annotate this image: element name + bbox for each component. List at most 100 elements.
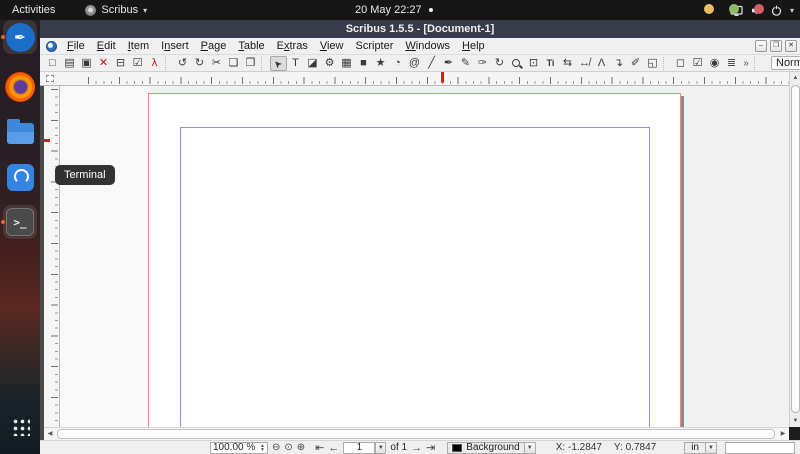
spinbox-arrows-icon[interactable]: ▲▼ xyxy=(260,444,265,452)
insert-table-tool[interactable]: ▦ xyxy=(338,56,355,71)
terminal-launcher[interactable]: >_ xyxy=(3,205,37,239)
mdi-minimize-button[interactable]: – xyxy=(755,40,767,52)
appearance-mode-select[interactable]: Normal ▾ xyxy=(771,56,800,70)
document-page[interactable] xyxy=(148,93,681,427)
layer-name: Background xyxy=(466,442,519,453)
preflight-verifier-button[interactable]: ☑ xyxy=(129,56,146,71)
export-pdf-button[interactable]: λ xyxy=(146,56,163,71)
menu-help[interactable]: Help xyxy=(456,38,491,55)
window-close-button[interactable] xyxy=(754,4,764,14)
story-editor-button[interactable]: Ti xyxy=(542,56,559,71)
copy-button[interactable]: ❏ xyxy=(225,56,242,71)
insert-bezier-tool[interactable]: ✒ xyxy=(440,56,457,71)
pdf-tools-overflow[interactable]: » xyxy=(740,56,752,71)
undo-button[interactable]: ↺ xyxy=(174,56,191,71)
redo-button[interactable]: ↻ xyxy=(191,56,208,71)
link-text-frames-tool[interactable]: ⇆ xyxy=(559,56,576,71)
menu-file[interactable]: File xyxy=(61,38,91,55)
zoom-level-spinbox[interactable]: 100.00 % ▲▼ xyxy=(210,442,268,454)
window-title-bar[interactable]: Scribus 1.5.5 - [Document-1] xyxy=(40,20,800,38)
edit-contents-tool[interactable]: ⊡ xyxy=(525,56,542,71)
unlink-text-frames-tool[interactable]: ↮ xyxy=(576,56,593,71)
open-document-button[interactable]: ▤ xyxy=(61,56,78,71)
insert-polygon-tool[interactable]: ★ xyxy=(372,56,389,71)
insert-freehand-tool[interactable]: ✎ xyxy=(457,56,474,71)
page-select-caret-icon[interactable]: ▼ xyxy=(375,442,386,454)
rotate-item-tool[interactable]: ↻ xyxy=(491,56,508,71)
activities-button[interactable]: Activities xyxy=(0,0,67,20)
pdf-radio-button-tool[interactable]: ◉ xyxy=(706,56,723,71)
horizontal-ruler[interactable] xyxy=(60,72,789,86)
mdi-close-button[interactable]: ✕ xyxy=(785,40,797,52)
frame-tools-button[interactable]: ◱ xyxy=(644,56,661,71)
previous-page-button[interactable]: ← xyxy=(328,442,339,454)
scroll-up-arrow-icon[interactable]: ▲ xyxy=(790,72,800,84)
insert-image-frame-tool[interactable]: ◪ xyxy=(304,56,321,71)
cut-button[interactable]: ✂ xyxy=(208,56,225,71)
window-minimize-button[interactable] xyxy=(704,4,714,14)
insert-arc-tool[interactable]: ◔ xyxy=(389,56,406,71)
ruler-origin-box[interactable] xyxy=(40,72,60,86)
insert-calligraphic-tool[interactable]: ✑ xyxy=(474,56,491,71)
select-item-tool[interactable]: ➤ xyxy=(270,56,287,71)
layer-select-caret-icon[interactable]: ▼ xyxy=(525,442,536,454)
insert-render-frame-tool[interactable]: ⚙ xyxy=(321,56,338,71)
menu-item[interactable]: Item xyxy=(122,38,155,55)
insert-shape-tool[interactable]: ■ xyxy=(355,56,372,71)
menu-insert[interactable]: Insert xyxy=(155,38,195,55)
cursor-x-marker xyxy=(441,72,444,83)
page-number-input[interactable]: 1 xyxy=(343,442,375,454)
firefox-launcher[interactable] xyxy=(3,70,37,104)
zoom-100-button[interactable]: ⊙ xyxy=(284,442,292,454)
measurements-tool[interactable]: Λ xyxy=(593,56,610,71)
pdf-listbox-tool[interactable]: ≣ xyxy=(723,56,740,71)
scribus-launcher[interactable]: ✒ xyxy=(3,20,37,54)
menu-table[interactable]: Table xyxy=(232,38,270,55)
scroll-down-arrow-icon[interactable]: ▼ xyxy=(790,415,800,427)
eye-dropper-tool[interactable]: ✐ xyxy=(627,56,644,71)
menu-windows[interactable]: Windows xyxy=(399,38,456,55)
page-number-control: 1 ▼ xyxy=(343,442,386,454)
last-page-button[interactable]: ⇥ xyxy=(426,442,435,454)
vertical-ruler[interactable] xyxy=(44,86,60,427)
first-page-button[interactable]: ⇤ xyxy=(315,442,324,454)
layer-selector[interactable]: Background ▼ xyxy=(447,442,535,454)
pdf-checkbox-tool[interactable]: ☑ xyxy=(689,56,706,71)
new-document-button[interactable]: □ xyxy=(44,56,61,71)
print-button[interactable]: ⊟ xyxy=(112,56,129,71)
chevron-down-icon: ▾ xyxy=(790,6,794,15)
show-applications-button[interactable] xyxy=(11,417,30,436)
horizontal-scrollbar[interactable]: ◀ ▶ xyxy=(44,427,789,440)
pdf-push-button-tool[interactable]: ◻ xyxy=(672,56,689,71)
document-canvas[interactable] xyxy=(60,86,789,427)
menu-scripter[interactable]: Scripter xyxy=(350,38,400,55)
unit-selector[interactable]: in ▼ xyxy=(660,442,717,454)
menu-page[interactable]: Page xyxy=(195,38,233,55)
y-value: 0.7847 xyxy=(626,442,657,453)
paste-button[interactable]: ❐ xyxy=(242,56,259,71)
zoom-tool[interactable] xyxy=(508,56,525,71)
insert-spiral-tool[interactable]: @ xyxy=(406,56,423,71)
menu-edit[interactable]: Edit xyxy=(91,38,122,55)
next-page-button[interactable]: → xyxy=(411,442,422,454)
horizontal-scrollbar-thumb[interactable] xyxy=(57,429,775,439)
insert-text-frame-tool[interactable]: T xyxy=(287,56,304,71)
mdi-restore-button[interactable]: ❐ xyxy=(770,40,782,52)
zoom-out-button[interactable]: ⊖ xyxy=(272,442,280,454)
vertical-scrollbar-thumb[interactable] xyxy=(791,85,800,413)
save-document-button[interactable]: ▣ xyxy=(78,56,95,71)
copy-properties-tool[interactable]: ↴ xyxy=(610,56,627,71)
close-document-button[interactable]: ✕ xyxy=(95,56,112,71)
app-menu-button[interactable]: Scribus ▾ xyxy=(85,0,147,20)
menu-view[interactable]: View xyxy=(314,38,350,55)
clock-button[interactable]: 20 May 22:27 xyxy=(355,0,433,20)
vertical-scrollbar[interactable]: ▲ ▼ xyxy=(789,72,800,427)
insert-line-tool[interactable]: ╱ xyxy=(423,56,440,71)
files-launcher[interactable] xyxy=(3,115,37,149)
window-maximize-button[interactable] xyxy=(729,4,739,14)
zoom-in-button[interactable]: ⊕ xyxy=(297,442,305,454)
unit-select-caret-icon[interactable]: ▼ xyxy=(706,442,717,454)
ubuntu-software-launcher[interactable] xyxy=(3,160,37,194)
scratch-space xyxy=(60,86,148,427)
menu-extras[interactable]: Extras xyxy=(271,38,314,55)
